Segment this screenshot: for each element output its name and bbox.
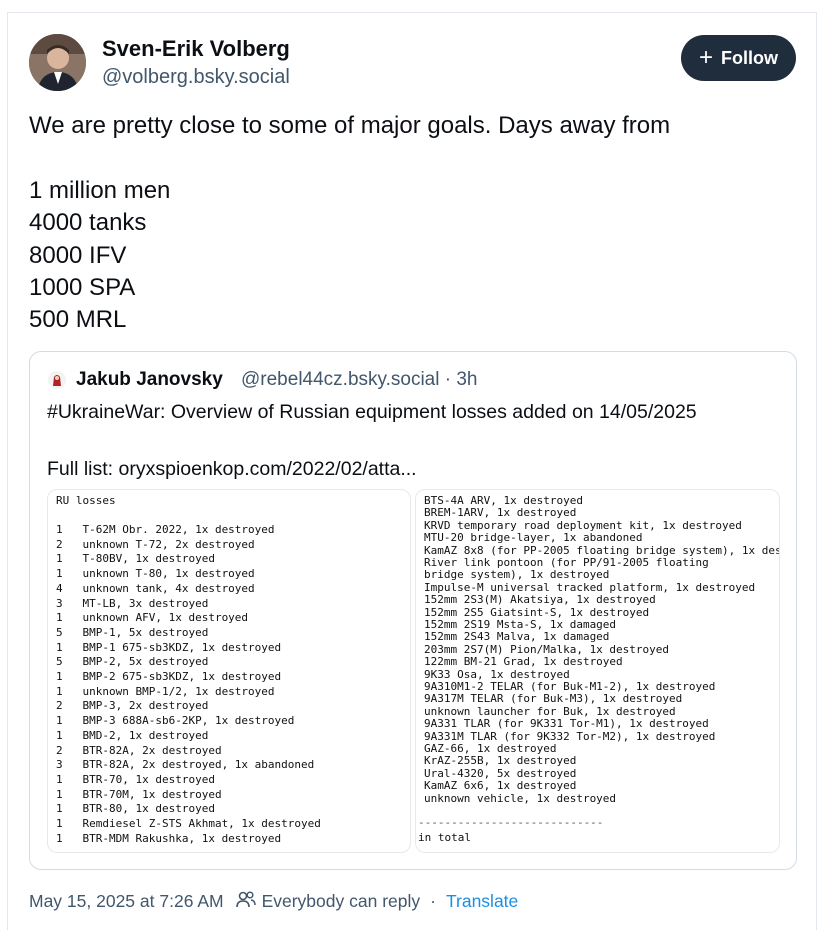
- loss-row: 1 BTR-70M, 1x destroyed: [56, 787, 222, 801]
- loss-row: KamAZ 6x6, 1x destroyed: [424, 779, 577, 793]
- post-text: We are pretty close to some of major goa…: [29, 112, 671, 334]
- quote-image-left[interactable]: RU losses 1 T-62M Obr. 2022, 1x destroye…: [47, 489, 411, 853]
- image-title: RU losses: [56, 494, 116, 507]
- loss-row: Ural-4320, 5x destroyed: [424, 766, 577, 780]
- author-handle[interactable]: @volberg.bsky.social: [102, 66, 290, 89]
- loss-row: 1 BMP-3 688A-sb6-2KP, 1x destroyed: [56, 714, 295, 728]
- author-name[interactable]: Sven-Erik Volberg: [102, 36, 290, 62]
- avatar-photo-icon: [29, 34, 86, 91]
- loss-row: KRVD temporary road deployment kit, 1x d…: [424, 518, 742, 532]
- people-icon: [235, 890, 256, 913]
- loss-row: River link pontoon (for PP/91-2005 float…: [424, 556, 709, 569]
- loss-row: unknown launcher for Buk, 1x destroyed: [424, 704, 676, 718]
- timestamp[interactable]: May 15, 2025 at 7:26 AM: [29, 891, 224, 912]
- loss-row: 2 unknown T-72, 2x destroyed: [56, 537, 255, 551]
- total-separator: ----------------------------: [418, 816, 604, 829]
- loss-row: bridge system), 1x destroyed: [424, 568, 610, 582]
- translate-link[interactable]: Translate: [446, 891, 518, 912]
- loss-row: 1 unknown BMP-1/2, 1x destroyed: [56, 684, 275, 698]
- loss-row: 4 unknown tank, 4x destroyed: [56, 581, 255, 595]
- loss-row: 9K33 Osa, 1x destroyed: [424, 667, 570, 681]
- loss-row: 9A331 TLAR (for 9K331 Tor-M1), 1x destro…: [424, 717, 709, 731]
- reply-setting[interactable]: Everybody can reply: [262, 891, 421, 912]
- loss-row: 1 T-62M Obr. 2022, 1x destroyed: [56, 523, 275, 536]
- loss-row: 1 BMP-2 675-sb3KDZ, 1x destroyed: [56, 670, 282, 683]
- loss-row: 1 unknown T-80, 1x destroyed: [56, 567, 255, 581]
- post-footer: May 15, 2025 at 7:26 AM Everybody can re…: [29, 890, 518, 913]
- loss-row: 1 BTR-80, 1x destroyed: [56, 802, 215, 816]
- loss-row: 152mm 2S3(M) Akatsiya, 1x destroyed: [424, 593, 656, 607]
- loss-row: 5 BMP-2, 5x destroyed: [56, 655, 209, 669]
- quote-image-right[interactable]: BTS-4A ARV, 1x destroyed BREM-1ARV, 1x de…: [415, 489, 780, 853]
- loss-row: 1 T-80BV, 1x destroyed: [56, 552, 215, 566]
- quote-author-handle[interactable]: @rebel44cz.bsky.social · 3h: [241, 369, 477, 391]
- loss-row: KrAZ-255B, 1x destroyed: [424, 754, 577, 768]
- loss-row: 122mm BM-21 Grad, 1x destroyed: [424, 655, 623, 669]
- loss-row: 152mm 2S43 Malva, 1x damaged: [424, 630, 610, 644]
- loss-row: BTS-4A ARV, 1x destroyed: [424, 494, 583, 507]
- loss-row: 9A317M TELAR (for Buk-M3), 1x destroyed: [424, 692, 683, 706]
- loss-row: 152mm 2S5 Giatsint-S, 1x destroyed: [424, 605, 650, 619]
- author-avatar[interactable]: [29, 34, 86, 91]
- loss-row: MTU-20 bridge-layer, 1x abandoned: [424, 531, 643, 545]
- follow-button[interactable]: + Follow: [681, 35, 796, 81]
- quote-author-name[interactable]: Jakub Janovsky: [76, 369, 223, 391]
- loss-row: 1 BTR-70, 1x destroyed: [56, 772, 215, 786]
- quote-author-avatar[interactable]: [48, 371, 66, 389]
- loss-row: 1 BMP-1 675-sb3KDZ, 1x destroyed: [56, 640, 282, 654]
- loss-row: 5 BMP-1, 5x destroyed: [56, 625, 209, 639]
- loss-row: 9A310M1-2 TELAR (for Buk-M1-2), 1x destr…: [424, 680, 716, 693]
- loss-row: BREM-1ARV, 1x destroyed: [424, 506, 577, 520]
- loss-row: 1 unknown AFV, 1x destroyed: [56, 611, 249, 625]
- loss-row: 3 BTR-82A, 2x destroyed, 1x abandoned: [56, 758, 315, 772]
- loss-row: 9A331M TLAR (for 9K332 Tor-M2), 1x destr…: [424, 729, 716, 743]
- loss-row: 203mm 2S7(M) Pion/Malka, 1x destroyed: [424, 642, 670, 656]
- plus-icon: +: [698, 44, 713, 71]
- loss-row: 2 BMP-3, 2x destroyed: [56, 699, 209, 713]
- loss-row: GAZ-66, 1x destroyed: [424, 742, 557, 755]
- separator-dot: ·: [430, 891, 436, 911]
- loss-row: unknown vehicle, 1x destroyed: [424, 791, 617, 805]
- quote-avatar-icon: [48, 371, 66, 389]
- quoted-post[interactable]: Jakub Janovsky @rebel44cz.bsky.social · …: [29, 351, 797, 870]
- loss-row: 3 MT-LB, 3x destroyed: [56, 596, 209, 610]
- loss-row: 1 BTR-MDM Rakushka, 1x destroyed: [56, 831, 282, 845]
- loss-row: Impulse-M universal tracked platform, 1x…: [424, 580, 756, 594]
- total-label: in total: [418, 831, 471, 844]
- quote-text: #UkraineWar: Overview of Russian equipme…: [47, 401, 697, 480]
- loss-row: 1 BMD-2, 1x destroyed: [56, 728, 209, 742]
- loss-row: 1 Remdiesel Z-STS Akhmat, 1x destroyed: [56, 817, 321, 830]
- loss-row: 2 BTR-82A, 2x destroyed: [56, 743, 222, 757]
- loss-row: 152mm 2S19 Msta-S, 1x damaged: [424, 618, 617, 631]
- follow-label: Follow: [721, 47, 778, 68]
- loss-row: KamAZ 8x8 (for PP-2005 floating bridge s…: [424, 543, 779, 557]
